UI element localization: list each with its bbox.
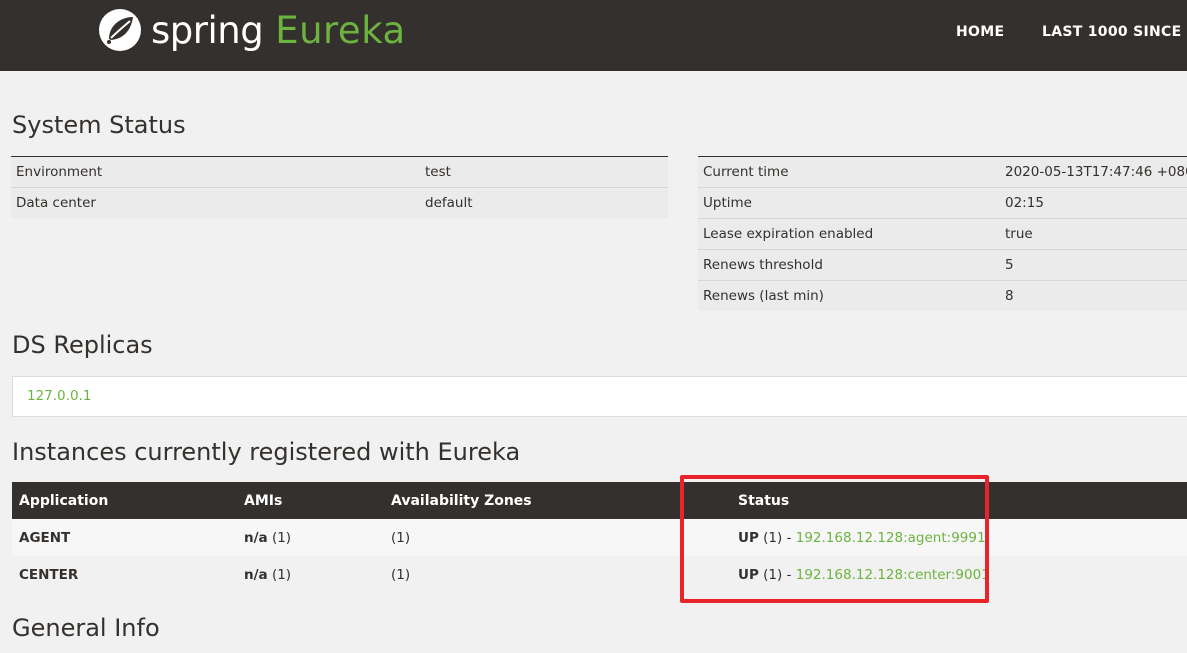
- table-row: CENTER n/a (1) (1) UP (1) - 192.168.12.1…: [12, 556, 1187, 593]
- threshold-label: Renews threshold: [698, 249, 1000, 281]
- instances-table: Application AMIs Availability Zones Stat…: [12, 482, 1187, 593]
- table-row: Lease expiration enabled true: [698, 218, 1187, 250]
- system-status-left-table: Environment test Data center default: [11, 156, 668, 218]
- col-application: Application: [12, 482, 237, 519]
- table-row: Environment test: [11, 156, 668, 188]
- table-row: AGENT n/a (1) (1) UP (1) - 192.168.12.12…: [12, 519, 1187, 556]
- app-name: AGENT: [19, 529, 71, 546]
- col-amis: AMIs: [237, 482, 384, 519]
- nav-last-1000[interactable]: LAST 1000 SINCE STARTUP: [1042, 24, 1187, 40]
- lease-label: Lease expiration enabled: [698, 218, 1000, 250]
- current-time-label: Current time: [698, 156, 1000, 188]
- amis-count: (1): [271, 529, 292, 546]
- nav-clip: LAST 1000 SINCE STARTUP: [1042, 0, 1187, 71]
- renews-label: Renews (last min): [698, 280, 1000, 311]
- replica-link[interactable]: 127.0.0.1: [27, 388, 91, 404]
- instances-table-wrap: Application AMIs Availability Zones Stat…: [12, 482, 1187, 593]
- table-row: Uptime 02:15: [698, 187, 1187, 219]
- table-row: Data center default: [11, 187, 668, 218]
- logo-spring-text: spring: [151, 8, 264, 52]
- amis-cell: n/a (1): [237, 556, 384, 593]
- table-header-row: Application AMIs Availability Zones Stat…: [12, 482, 1187, 519]
- app-name: CENTER: [19, 566, 79, 583]
- nav-home[interactable]: HOME: [956, 24, 1004, 40]
- amis-cell: n/a (1): [237, 519, 384, 556]
- amis-label: n/a: [244, 566, 268, 583]
- table-row: Current time 2020-05-13T17:47:46 +0800: [698, 156, 1187, 188]
- navbar: spring Eureka HOME LAST 1000 SINCE START…: [0, 0, 1187, 71]
- logo-eureka-text: Eureka: [275, 8, 406, 52]
- ds-replicas-title: DS Replicas: [12, 331, 153, 359]
- amis-label: n/a: [244, 529, 268, 546]
- renews-value: 8: [1000, 280, 1187, 311]
- table-row: Renews threshold 5: [698, 249, 1187, 281]
- system-status-right-wrap: Current time 2020-05-13T17:47:46 +0800 U…: [698, 156, 1187, 311]
- threshold-value: 5: [1000, 249, 1187, 281]
- uptime-label: Uptime: [698, 187, 1000, 219]
- replicas-list: 127.0.0.1: [12, 376, 1187, 417]
- datacenter-value: default: [420, 187, 668, 218]
- current-time-value: 2020-05-13T17:47:46 +0800: [1000, 156, 1187, 188]
- spring-leaf-icon: [99, 9, 141, 51]
- zones-cell: (1): [391, 529, 411, 546]
- system-status-title: System Status: [12, 111, 186, 139]
- general-info-title: General Info: [12, 614, 160, 642]
- uptime-value: 02:15: [1000, 187, 1187, 219]
- instances-title: Instances currently registered with Eure…: [12, 438, 521, 466]
- zones-cell: (1): [391, 566, 411, 583]
- status-highlight-box: [680, 475, 989, 603]
- table-row: Renews (last min) 8: [698, 280, 1187, 311]
- spring-eureka-logo[interactable]: spring Eureka: [97, 6, 406, 54]
- amis-count: (1): [271, 566, 292, 583]
- col-zones: Availability Zones: [384, 482, 710, 519]
- system-status-right-table: Current time 2020-05-13T17:47:46 +0800 U…: [698, 156, 1187, 311]
- env-value: test: [420, 156, 668, 188]
- env-label: Environment: [11, 156, 420, 188]
- datacenter-label: Data center: [11, 187, 420, 218]
- lease-value: true: [1000, 218, 1187, 250]
